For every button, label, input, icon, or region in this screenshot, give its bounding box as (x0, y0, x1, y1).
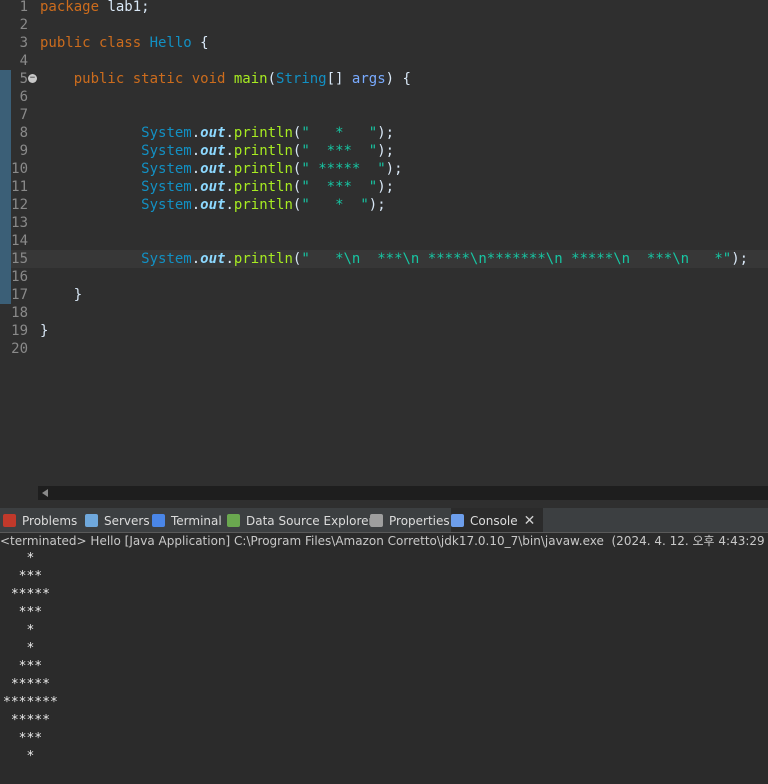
code-line[interactable]: 4 (0, 52, 768, 70)
problems-icon (3, 514, 16, 527)
servers-icon (85, 514, 98, 527)
code-text: } (40, 323, 49, 339)
line-number: 8 (19, 125, 28, 141)
code-line[interactable]: 11 System.out.println(" *** "); (0, 178, 768, 196)
terminal-icon (152, 514, 165, 527)
line-number: 17 (11, 287, 28, 303)
code-line[interactable]: 17 } (0, 286, 768, 304)
code-text: package lab1; (40, 0, 150, 15)
code-text: } (40, 287, 83, 303)
code-line[interactable]: 16 (0, 268, 768, 286)
code-line[interactable]: 7 (0, 106, 768, 124)
close-icon[interactable]: ✕ (524, 513, 536, 529)
line-number: 9 (19, 143, 28, 159)
horizontal-scrollbar[interactable] (38, 486, 768, 500)
code-line[interactable]: 13 (0, 214, 768, 232)
tab-label: Problems (22, 514, 78, 528)
line-number: 2 (19, 17, 28, 33)
tab-servers[interactable]: Servers (85, 508, 150, 534)
line-number: 6 (19, 89, 28, 105)
console-icon (451, 514, 464, 527)
tab-label: Data Source Explorer (246, 514, 374, 528)
code-editor[interactable]: 1 package lab1; 2 3 public class Hello { 4 5− … (0, 0, 768, 486)
code-line[interactable]: 14 (0, 232, 768, 250)
line-number: 11 (11, 179, 28, 195)
console-output[interactable]: * *** ***** *** * * *** ***** ******* ***… (0, 550, 768, 784)
console-line: *** (3, 605, 43, 620)
code-text: System.out.println(" *** "); (141, 179, 395, 195)
console-line: * (3, 749, 35, 764)
line-number: 14 (11, 233, 28, 249)
code-text: System.out.println(" ***** "); (141, 161, 403, 177)
console-line: *** (3, 659, 43, 674)
console-line: *** (3, 731, 43, 746)
code-line[interactable]: 8 System.out.println(" * "); (0, 124, 768, 142)
console-line: *** (3, 569, 43, 584)
code-line[interactable]: 19} (0, 322, 768, 340)
tab-label: Servers (104, 514, 150, 528)
line-number: 1 (19, 0, 28, 15)
line-number: 20 (11, 341, 28, 357)
tab-terminal[interactable]: Terminal (152, 508, 225, 534)
console-line: * (3, 551, 35, 566)
code-line[interactable]: 10 System.out.println(" ***** "); (0, 160, 768, 178)
line-number: 10 (11, 161, 28, 177)
code-line[interactable]: 5− public static void main(String[] args… (0, 70, 768, 88)
code-text: System.out.println(" *** "); (141, 143, 395, 159)
code-text: System.out.println(" * "); (141, 197, 386, 213)
console-status-line: <terminated> Hello [Java Application] C:… (0, 532, 768, 550)
tab-label: Console (470, 514, 518, 528)
line-number: 4 (19, 53, 28, 69)
console-line: ***** (3, 587, 50, 602)
code-text: System.out.println(" *\n ***\n *****\n**… (141, 251, 749, 267)
line-number: 13 (11, 215, 28, 231)
tab-problems[interactable]: Problems (3, 508, 83, 534)
code-text: public class Hello { (40, 35, 209, 51)
line-number: 12 (11, 197, 28, 213)
tab-properties[interactable]: Properties (370, 508, 450, 534)
tab-label: Properties (389, 514, 450, 528)
code-line[interactable]: 3 public class Hello { (0, 34, 768, 52)
code-line[interactable]: 9 System.out.println(" *** "); (0, 142, 768, 160)
line-number: 3 (19, 35, 28, 51)
scroll-left-arrow-icon[interactable] (42, 489, 48, 497)
code-text: System.out.println(" * "); (141, 125, 395, 141)
line-number: 16 (11, 269, 28, 285)
code-line[interactable]: 12 System.out.println(" * "); (0, 196, 768, 214)
code-line[interactable]: 20 (0, 340, 768, 358)
code-line[interactable]: 2 (0, 16, 768, 34)
line-number: 18 (11, 305, 28, 321)
fold-toggle-icon[interactable]: − (28, 74, 37, 83)
code-line[interactable]: 6 (0, 88, 768, 106)
code-text: public static void main(String[] args) { (73, 71, 411, 87)
code-line[interactable]: 1 package lab1; (0, 0, 768, 16)
tab-console[interactable]: Console ✕ (451, 508, 543, 534)
line-number: 5 (19, 71, 28, 87)
console-line: ***** (3, 677, 50, 692)
code-line[interactable]: 18 (0, 304, 768, 322)
console-line: ***** (3, 713, 50, 728)
code-line[interactable]: 15 System.out.println(" *\n ***\n *****\… (0, 250, 768, 268)
tab-data-source-explorer[interactable]: Data Source Explorer (227, 508, 373, 534)
console-line: * (3, 641, 35, 656)
console-line: * (3, 623, 35, 638)
bottom-panel-tabbar: Problems Servers Terminal Data Source Explo… (0, 508, 768, 534)
properties-icon (370, 514, 383, 527)
console-line: ******* (3, 695, 58, 710)
line-number: 7 (19, 107, 28, 123)
line-number: 19 (11, 323, 28, 339)
tab-label: Terminal (171, 514, 222, 528)
line-number: 15 (11, 251, 28, 267)
data-source-icon (227, 514, 240, 527)
